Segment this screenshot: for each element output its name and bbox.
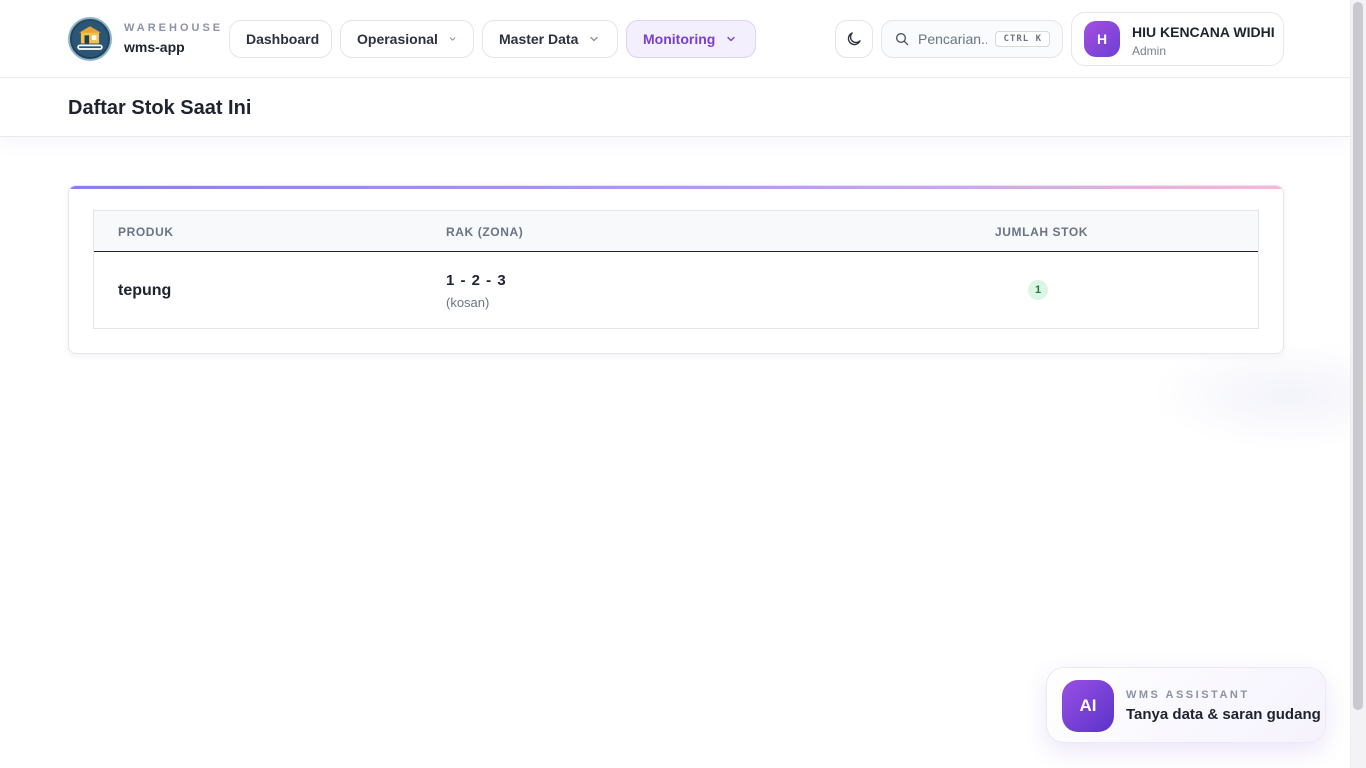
warehouse-logo-icon[interactable]	[68, 17, 112, 61]
theme-toggle-button[interactable]	[835, 20, 873, 58]
nav-operasional-button[interactable]: Operasional	[340, 20, 474, 58]
vertical-scrollbar[interactable]	[1350, 0, 1366, 768]
avatar: H	[1084, 21, 1120, 57]
table-row[interactable]: tepung 1 - 2 - 3 (kosan) 1	[94, 253, 1258, 329]
nav-monitoring-button[interactable]: Monitoring	[626, 20, 756, 58]
card-accent-bar	[69, 186, 1283, 189]
table-header: PRODUK RAK (ZONA) JUMLAH STOK	[94, 211, 1258, 252]
user-menu[interactable]: H HIU KENCANA WIDHI Admin	[1071, 12, 1284, 66]
chevron-down-icon	[727, 36, 736, 42]
nav-label: Master Data	[499, 31, 579, 47]
assistant-text: Tanya data & saran gudang	[1126, 706, 1321, 723]
app-viewport: WAREHOUSE wms-app Dashboard Operasional …	[0, 0, 1366, 768]
search-placeholder: Pencarian...	[918, 31, 988, 47]
column-header-produk[interactable]: PRODUK	[118, 225, 174, 239]
scrollbar-thumb[interactable]	[1353, 2, 1363, 710]
wms-assistant-button[interactable]: AI WMS ASSISTANT Tanya data & saran guda…	[1046, 667, 1326, 743]
chevron-down-icon	[590, 36, 599, 42]
column-header-rak-zona[interactable]: RAK (ZONA)	[446, 225, 523, 239]
search-icon	[896, 33, 909, 46]
search-shortcut-hint: CTRL K	[995, 31, 1050, 47]
top-navbar: WAREHOUSE wms-app Dashboard Operasional …	[0, 0, 1350, 78]
nav-master-data-button[interactable]: Master Data	[482, 20, 618, 58]
column-header-jumlah-stok[interactable]: JUMLAH STOK	[995, 225, 1088, 239]
cell-rack: 1 - 2 - 3	[446, 272, 507, 289]
brand-name[interactable]: wms-app	[124, 39, 185, 55]
brand-kicker: WAREHOUSE	[124, 22, 224, 34]
nav-label: Dashboard	[246, 31, 320, 47]
assistant-kicker: WMS ASSISTANT	[1126, 689, 1250, 701]
nav-label: Operasional	[357, 31, 438, 47]
ai-badge-icon: AI	[1062, 680, 1114, 732]
logo-graphic	[71, 20, 109, 58]
user-role: Admin	[1132, 44, 1167, 58]
nav-label: Monitoring	[643, 31, 716, 47]
moon-icon	[847, 32, 861, 46]
stock-table: PRODUK RAK (ZONA) JUMLAH STOK tepung 1 -…	[93, 210, 1259, 329]
nav-dashboard-button[interactable]: Dashboard	[229, 20, 332, 58]
chevron-down-icon	[449, 37, 456, 41]
cell-zone: (kosan)	[446, 295, 490, 310]
stock-quantity-badge: 1	[1028, 280, 1048, 300]
page-header: Daftar Stok Saat Ini	[0, 79, 1350, 137]
stock-card: PRODUK RAK (ZONA) JUMLAH STOK tepung 1 -…	[68, 185, 1284, 354]
user-name: HIU KENCANA WIDHI	[1132, 24, 1275, 40]
search-box[interactable]: Pencarian... CTRL K	[881, 20, 1063, 58]
background-glow	[1150, 340, 1350, 450]
page-title: Daftar Stok Saat Ini	[68, 97, 252, 119]
cell-product: tepung	[118, 282, 172, 299]
